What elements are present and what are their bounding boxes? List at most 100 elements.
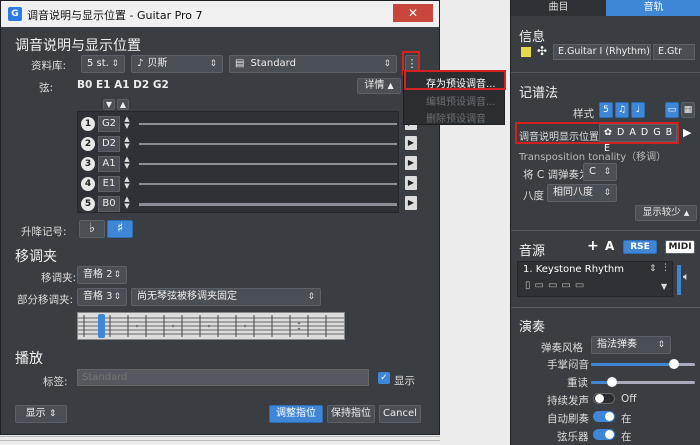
sound-heading: 音源 xyxy=(519,244,546,259)
partial-capo-mode-value: 尚无琴弦被移调夹固定 xyxy=(137,291,237,302)
accent-slider[interactable] xyxy=(591,377,699,388)
edit-preset-item[interactable]: 编辑预设调音... xyxy=(426,93,496,108)
play-icon: ▶ xyxy=(407,138,415,147)
divider xyxy=(511,230,700,231)
slider-fill xyxy=(591,363,675,366)
slider-knob[interactable] xyxy=(669,359,680,369)
shift-down-all-button[interactable]: ▼ xyxy=(103,99,115,110)
string-note-field[interactable]: E1 xyxy=(98,176,120,192)
more-vertical-icon[interactable]: ⋮ xyxy=(661,263,670,273)
standard-notation-toggle[interactable]: ♩ xyxy=(631,102,645,118)
sustain-label: 持续发声 xyxy=(547,395,589,407)
string-note-field[interactable]: B0 xyxy=(98,196,120,212)
chevron-updown-icon: ⇕ xyxy=(113,270,121,280)
note-spinner[interactable]: ▲ ▼ xyxy=(122,196,132,212)
speaker-icon[interactable]: 🔈︎ xyxy=(683,270,690,284)
strings-count-combo[interactable]: 5 st. ⇕ xyxy=(81,55,125,73)
rse-button[interactable]: RSE xyxy=(623,240,657,254)
chevron-updown-icon: ⇕ xyxy=(209,59,217,69)
partial-capo-label: 部分移调夹: xyxy=(17,294,74,306)
guitar-pro-icon: G xyxy=(8,7,22,21)
string-note-field[interactable]: G2 xyxy=(98,116,120,132)
chevron-updown-icon: ⇕ xyxy=(603,188,611,198)
string-note-field[interactable]: D2 xyxy=(98,136,120,152)
note-icon: ♩ xyxy=(635,105,641,115)
adjust-fingering-button[interactable]: 调整指位 xyxy=(269,405,323,423)
slider-knob[interactable] xyxy=(606,377,617,387)
partial-capo-combo[interactable]: 音格 3 ⇕ xyxy=(77,288,127,306)
capo-combo[interactable]: 音格 2 ⇕ xyxy=(77,266,127,284)
play-string-button[interactable]: ▶ xyxy=(405,176,417,190)
sustain-toggle[interactable] xyxy=(593,393,615,404)
show-less-button[interactable]: 显示较少 ▲ xyxy=(635,205,697,221)
details-button[interactable]: 详情 ▲ xyxy=(357,78,401,94)
auto-brush-toggle[interactable] xyxy=(593,411,615,422)
fretboard[interactable] xyxy=(77,312,345,340)
layout-toggle-a[interactable]: ▭ xyxy=(665,102,679,118)
layout-toggle-b[interactable]: ▦ xyxy=(681,102,695,118)
effect-chain-icons[interactable]: ▯▭▭▭▭ xyxy=(525,280,588,291)
tuning-preset-combo[interactable]: ▤ Standard ⇕ xyxy=(229,55,397,73)
add-sound-button[interactable]: + xyxy=(587,238,599,254)
track-short-name-field[interactable]: E.Gtr xyxy=(653,44,695,60)
string-number: 5 xyxy=(81,197,95,211)
close-button[interactable]: ✕ xyxy=(393,4,433,22)
tab-score[interactable]: 曲目 xyxy=(511,0,606,16)
keep-fingering-button[interactable]: 保持指位 xyxy=(327,405,375,423)
sustain-value: Off xyxy=(621,393,637,405)
delete-preset-item[interactable]: 删除预设调音 xyxy=(426,110,486,125)
volume-meter[interactable] xyxy=(677,265,681,295)
play-string-button[interactable]: ▶ xyxy=(405,196,417,210)
play-c-as-combo[interactable]: C ⇕ xyxy=(583,163,617,181)
string-number: 4 xyxy=(81,177,95,191)
chevron-updown-icon: ⇕ xyxy=(113,292,121,302)
rect-icon: ▭ xyxy=(667,105,677,115)
string-noise-toggle[interactable] xyxy=(593,429,615,440)
shift-up-all-button[interactable]: ▲ xyxy=(117,99,129,110)
midi-button[interactable]: MIDI xyxy=(665,240,695,254)
show-checkbox[interactable]: ✓ xyxy=(378,372,390,384)
octave-combo[interactable]: 相同八度 ⇕ xyxy=(547,184,617,202)
tag-label: 标签: xyxy=(43,376,68,388)
strum-label: 弹奏风格 xyxy=(541,342,583,354)
tab-notation-toggle[interactable]: 5 xyxy=(599,102,613,118)
track-color-swatch[interactable] xyxy=(521,47,531,57)
play-icon: ▶ xyxy=(407,198,415,207)
tab-track[interactable]: 音轨 xyxy=(606,0,700,16)
string-note-field[interactable]: A1 xyxy=(98,156,120,172)
chevron-updown-icon: ⇕ xyxy=(603,167,611,177)
performance-heading: 演奏 xyxy=(519,320,546,335)
track-name-field[interactable]: E.Guitar I (Rhythm) xyxy=(553,44,651,60)
plus-icon: + xyxy=(587,238,599,254)
dialog-heading: 调音说明与显示位置 xyxy=(15,38,141,54)
cancel-button[interactable]: Cancel xyxy=(379,405,421,423)
sharp-button[interactable]: ♯ xyxy=(107,220,133,238)
show-more-button[interactable]: 显示 ⇕ xyxy=(15,405,67,423)
flat-button[interactable]: ♭ xyxy=(79,220,105,238)
play-tuning-button[interactable]: ▶ xyxy=(683,124,697,142)
note-spinner[interactable]: ▲ ▼ xyxy=(122,156,132,172)
highlight-tuning-display xyxy=(515,122,679,144)
slash-notation-toggle[interactable]: ♫ xyxy=(615,102,629,118)
chevron-down-icon[interactable]: ▼ xyxy=(661,282,667,291)
palm-mute-slider[interactable] xyxy=(591,359,699,370)
play-string-button[interactable]: ▶ xyxy=(405,136,417,150)
play-string-button[interactable]: ▶ xyxy=(405,156,417,170)
partial-capo-mode-combo[interactable]: 尚无琴弦被移调夹固定 ⇕ xyxy=(131,288,321,306)
notation-heading: 记谱法 xyxy=(519,86,559,101)
sound-name[interactable]: 1. Keystone Rhythm xyxy=(523,264,624,275)
automation-button[interactable]: A xyxy=(605,239,614,253)
tuning-notes-text: B0 E1 A1 D2 G2 xyxy=(77,79,169,91)
library-label: 资料库: xyxy=(31,60,67,72)
instrument-combo[interactable]: ♪ 贝斯 ⇕ xyxy=(131,55,223,73)
strum-combo[interactable]: 指法弹奏 ⇕ xyxy=(591,336,671,354)
note-spinner[interactable]: ▲ ▼ xyxy=(122,116,132,132)
inspector-panel: 曲目 音轨 信息 ✣ E.Guitar I (Rhythm) E.Gtr 记谱法… xyxy=(510,0,700,445)
chevron-down-icon: ▼ xyxy=(105,100,113,109)
note-spinner[interactable]: ▲ ▼ xyxy=(122,176,132,192)
details-label: 详情 xyxy=(364,80,385,91)
note-spinner[interactable]: ▲ ▼ xyxy=(122,136,132,152)
chevron-updown-icon[interactable]: ⇕ xyxy=(649,264,657,274)
show-checkbox-label: 显示 xyxy=(394,375,415,387)
tag-input[interactable] xyxy=(77,369,369,386)
